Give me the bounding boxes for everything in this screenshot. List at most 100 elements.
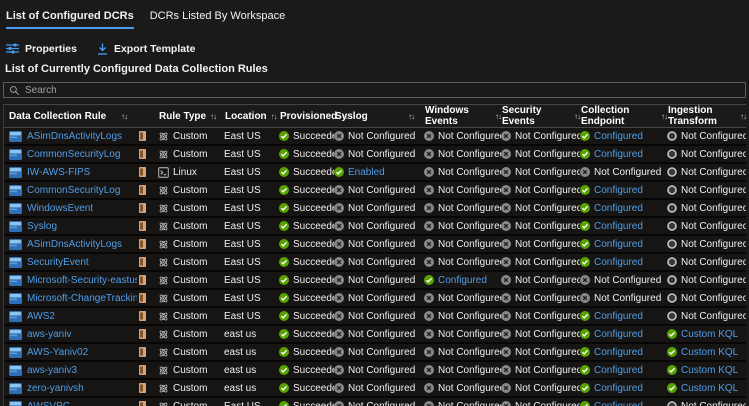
column-header-rule-type[interactable]: Rule Type ↑↓ xyxy=(158,104,224,128)
copy-icon[interactable] xyxy=(139,275,146,285)
table-row[interactable]: SecurityEvent Custom East US Succeeded Not C… xyxy=(4,253,746,272)
tab-dcrs-listed-by-workspace[interactable]: DCRs Listed By Workspace xyxy=(150,10,286,29)
properties-button[interactable]: Properties xyxy=(6,43,77,55)
status-security-events: Not Configured xyxy=(501,398,580,406)
copy-icon[interactable] xyxy=(139,365,146,375)
copy-icon[interactable] xyxy=(139,383,146,393)
table-row[interactable]: aws-yaniv Custom east us Succeeded Not Confi… xyxy=(4,325,746,344)
status-ingestion-transform-label[interactable]: Custom KQL xyxy=(681,329,738,340)
dcr-name-link[interactable]: Microsoft-ChangeTracking-dsron3j xyxy=(27,293,137,304)
status-provisioned: Succeeded xyxy=(279,146,334,161)
dcr-name-link[interactable]: zero-yanivsh xyxy=(27,383,84,394)
status-collection-endpoint-label[interactable]: Configured xyxy=(594,149,643,160)
table-row[interactable]: zero-yanivsh Custom east us Succeeded Not Co… xyxy=(4,379,746,398)
dcr-resource-icon xyxy=(9,238,22,250)
rule-type-label: Custom xyxy=(173,382,208,394)
table-row[interactable]: AWSVPC Custom East US Succeeded Not Configur… xyxy=(4,397,746,406)
column-header-data-collection-rule[interactable]: Data Collection Rule ↑↓ xyxy=(4,104,137,128)
dcr-name-link[interactable]: Syslog xyxy=(27,221,57,232)
column-header-location[interactable]: Location ↑↓ xyxy=(224,104,279,128)
column-header-collection-endpoint[interactable]: Collection Endpoint ↑↓ xyxy=(580,104,668,128)
sort-arrows-icon[interactable]: ↑↓ xyxy=(408,112,415,121)
location-label: east us xyxy=(224,346,257,358)
dcr-name-link[interactable]: ASimDnsActivityLogs xyxy=(27,239,122,250)
copy-icon[interactable] xyxy=(139,149,146,159)
table-row[interactable]: Microsoft-Security-eastus-dcr Custom East … xyxy=(4,271,746,290)
export-template-button[interactable]: Export Template xyxy=(97,43,195,55)
status-collection-endpoint-label[interactable]: Configured xyxy=(594,347,643,358)
dcr-name-link[interactable]: WindowsEvent xyxy=(27,203,93,214)
table-row[interactable]: aws-yaniv3 Custom east us Succeeded Not Conf… xyxy=(4,361,746,380)
column-header-provisioned[interactable]: Provisioned ↑↓ xyxy=(279,104,348,128)
copy-icon[interactable] xyxy=(139,329,146,339)
copy-icon[interactable] xyxy=(139,239,146,249)
atom-icon xyxy=(158,329,169,340)
status-syslog-label[interactable]: Enabled xyxy=(348,167,385,178)
copy-icon[interactable] xyxy=(139,131,146,141)
status-collection-endpoint-label[interactable]: Configured xyxy=(594,401,643,406)
status-windows-events-label[interactable]: Configured xyxy=(438,275,487,286)
dcr-name-link[interactable]: CommonSecurityLog xyxy=(27,185,120,196)
command-bar: Properties Export Template xyxy=(6,42,749,55)
column-header-syslog[interactable]: Syslog ↑↓ xyxy=(334,104,424,128)
status-ingestion-transform-label[interactable]: Custom KQL xyxy=(681,347,738,358)
status-collection-endpoint-label[interactable]: Configured xyxy=(594,257,643,268)
status-collection-endpoint-label[interactable]: Configured xyxy=(594,185,643,196)
table-row[interactable]: Microsoft-ChangeTracking-dsron3j Custom Ea… xyxy=(4,289,746,308)
status-collection-endpoint-label[interactable]: Configured xyxy=(594,365,643,376)
table-row[interactable]: CommonSecurityLog Custom East US Succeeded N… xyxy=(4,145,746,164)
copy-icon[interactable] xyxy=(139,185,146,195)
sort-arrows-icon[interactable]: ↑↓ xyxy=(210,112,217,121)
dcr-name-link[interactable]: aws-yaniv xyxy=(27,329,71,340)
sort-arrows-icon[interactable]: ↑↓ xyxy=(121,112,128,121)
dcr-name-link[interactable]: ASimDnsActivityLogs xyxy=(27,131,122,142)
status-ingestion-transform-label[interactable]: Custom KQL xyxy=(681,365,738,376)
table-row[interactable]: AWS2 Custom East US Succeeded Not Configured… xyxy=(4,307,746,326)
status-collection-endpoint-label[interactable]: Configured xyxy=(594,221,643,232)
copy-icon[interactable] xyxy=(139,221,146,231)
copy-icon[interactable] xyxy=(139,311,146,321)
status-collection-endpoint-label[interactable]: Configured xyxy=(594,329,643,340)
table-row[interactable]: Syslog Custom East US Succeeded Not Configur… xyxy=(4,217,746,236)
status-ingestion-transform: Custom KQL xyxy=(667,344,746,359)
table-row[interactable]: AWS-Yaniv02 Custom east us Succeeded Not Con… xyxy=(4,343,746,362)
dcr-name-link[interactable]: SecurityEvent xyxy=(27,257,89,268)
copy-icon[interactable] xyxy=(139,347,146,357)
status-collection-endpoint-label[interactable]: Configured xyxy=(594,131,643,142)
tab-list-of-configured-dcrs[interactable]: List of Configured DCRs xyxy=(6,10,134,29)
table-row[interactable]: ASimDnsActivityLogs Custom East US Succeede… xyxy=(4,235,746,254)
search-input[interactable] xyxy=(25,84,740,96)
status-collection-endpoint-label[interactable]: Configured xyxy=(594,383,643,394)
sort-arrows-icon[interactable]: ↑↓ xyxy=(271,112,278,121)
dcr-name-link[interactable]: Microsoft-Security-eastus-dcr xyxy=(27,275,137,286)
table-row[interactable]: ASimDnsActivityLogs Custom East US Succeede… xyxy=(4,127,746,146)
copy-icon[interactable] xyxy=(139,257,146,267)
status-ingestion-transform-label[interactable]: Custom KQL xyxy=(681,383,738,394)
sort-arrows-icon[interactable]: ↑↓ xyxy=(740,112,747,121)
status-collection-endpoint-label[interactable]: Configured xyxy=(594,311,643,322)
dcr-name-link[interactable]: IW-AWS-FIPS xyxy=(27,167,90,178)
copy-icon[interactable] xyxy=(139,293,146,303)
dcr-name-link[interactable]: AWSVPC xyxy=(27,401,70,406)
table-row[interactable]: IW-AWS-FIPS Linux East US Succeeded Enabled N… xyxy=(4,163,746,182)
sort-arrows-icon[interactable]: ↑↓ xyxy=(495,112,502,121)
table-row[interactable]: CommonSecurityLog Custom East US Succeeded N… xyxy=(4,181,746,200)
copy-icon[interactable] xyxy=(139,401,146,406)
rule-type-label: Custom xyxy=(173,346,208,358)
column-header-windows-events[interactable]: Windows Events ↑↓ xyxy=(424,104,502,128)
table-row[interactable]: WindowsEvent Custom East US Succeeded Not Co… xyxy=(4,199,746,218)
status-collection-endpoint-label[interactable]: Configured xyxy=(594,203,643,214)
status-collection-endpoint-label[interactable]: Configured xyxy=(594,239,643,250)
column-header-ingestion-transform[interactable]: Ingestion Transform ↑↓ xyxy=(667,104,747,128)
sort-arrows-icon[interactable]: ↑↓ xyxy=(574,112,581,121)
dcr-name-link[interactable]: AWS2 xyxy=(27,311,55,322)
dcr-name-link[interactable]: aws-yaniv3 xyxy=(27,365,77,376)
column-header-security-events[interactable]: Security Events ↑↓ xyxy=(501,104,581,128)
copy-icon[interactable] xyxy=(139,167,146,177)
copy-icon[interactable] xyxy=(139,203,146,213)
search-box[interactable] xyxy=(3,82,746,98)
sort-arrows-icon[interactable]: ↑↓ xyxy=(661,112,668,121)
status-security-events-label: Not Configured xyxy=(515,274,580,286)
dcr-name-link[interactable]: AWS-Yaniv02 xyxy=(27,347,88,358)
dcr-name-link[interactable]: CommonSecurityLog xyxy=(27,149,120,160)
